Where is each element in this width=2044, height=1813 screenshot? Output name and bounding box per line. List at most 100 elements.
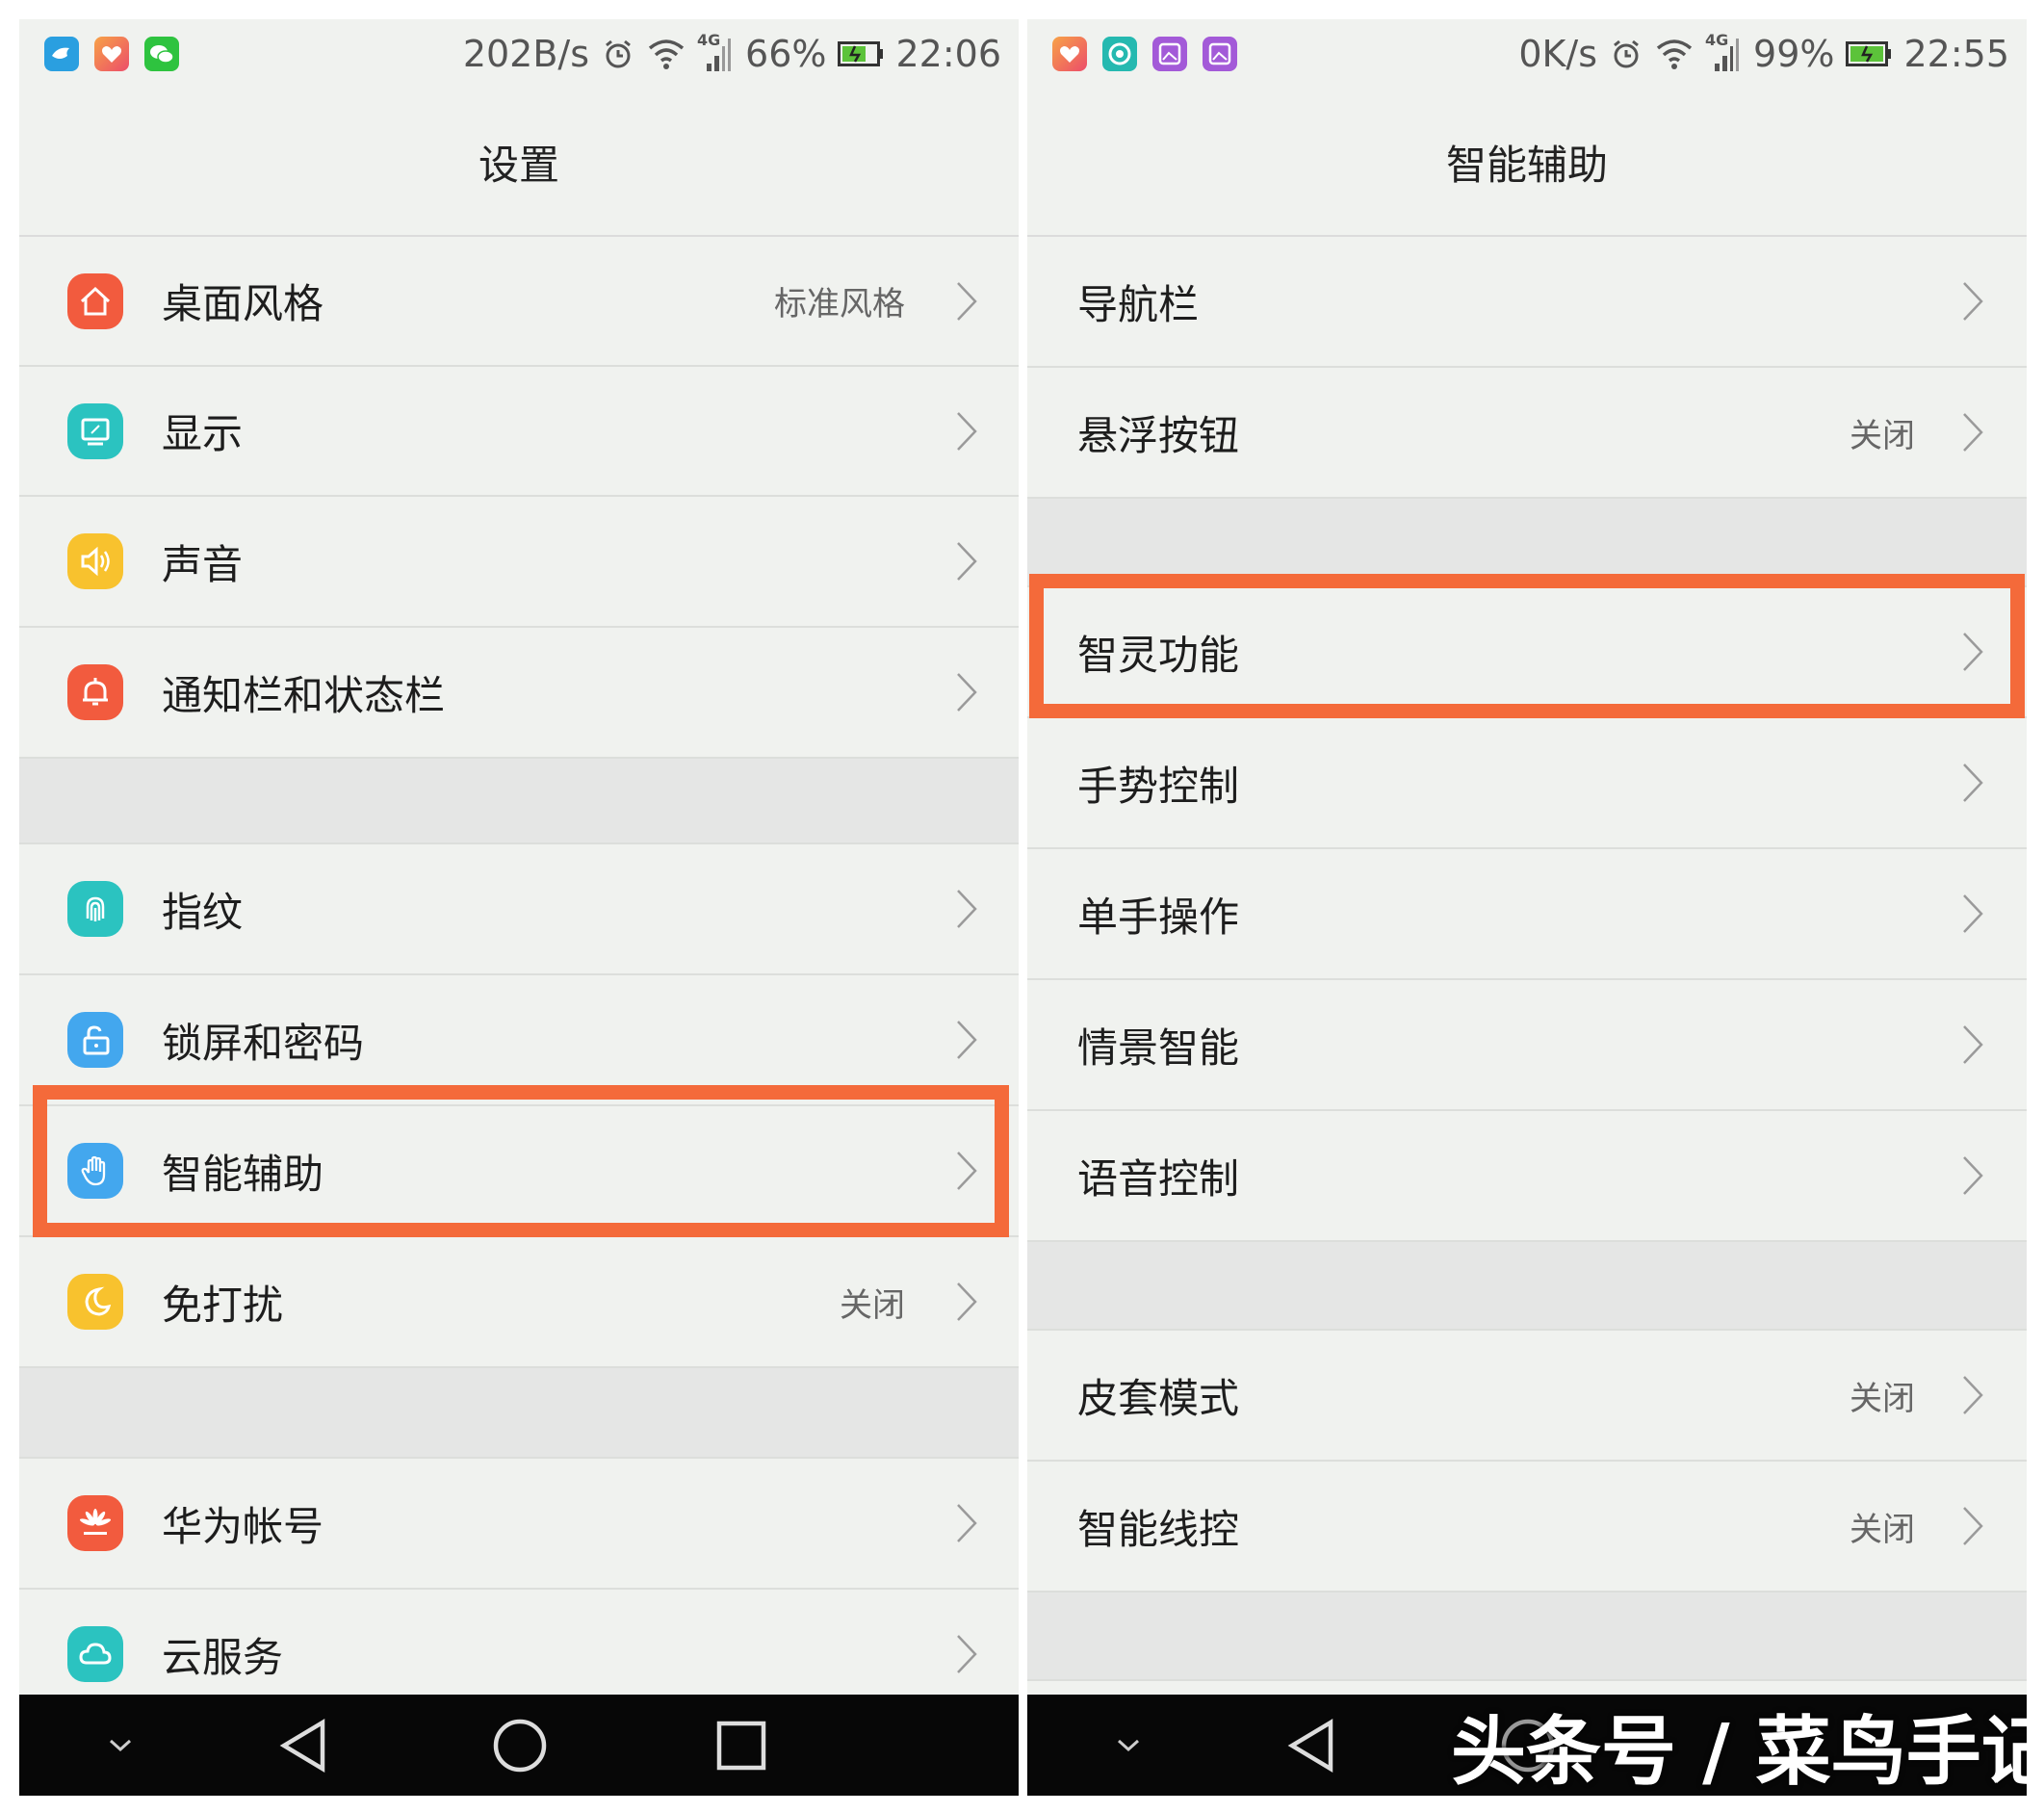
settings-item-label: 声音 (162, 540, 244, 588)
alarm-icon (1609, 37, 1643, 71)
back-icon[interactable] (1273, 1695, 1350, 1796)
chevron-right-icon (957, 542, 977, 581)
settings-item-home-style[interactable]: 桌面风格 标准风格 (19, 237, 1019, 367)
display-icon (67, 402, 123, 459)
chevron-right-icon (1963, 764, 1983, 802)
page-title: 设置 (19, 89, 1019, 237)
cloud-icon (67, 1626, 123, 1682)
clock: 22:55 (1903, 33, 2009, 75)
alarm-icon (601, 37, 635, 71)
huawei-logo-icon (67, 1495, 123, 1551)
home-icon (67, 272, 123, 329)
chevron-right-icon (1963, 1376, 1983, 1414)
settings-item-label: 锁屏和密码 (162, 1019, 365, 1067)
highlight-box (1029, 574, 2025, 718)
chevron-right-icon (957, 1021, 977, 1059)
chevron-right-icon (957, 673, 977, 712)
cellular-signal-icon: 4G (1705, 31, 1742, 73)
battery-percent: 66% (745, 33, 827, 75)
battery-charging-icon (838, 41, 884, 66)
fingerprint-icon (67, 881, 123, 937)
chevron-right-icon (1963, 1025, 1983, 1064)
settings-item-label: 华为帐号 (162, 1502, 324, 1550)
settings-item-sound[interactable]: 声音 (19, 497, 1019, 628)
network-speed: 0K/s (1518, 33, 1598, 75)
gallery-app-icon (1203, 37, 1237, 71)
assist-item-label: 皮套模式 (1077, 1374, 1240, 1422)
section-divider (1027, 1593, 2027, 1681)
chevron-right-icon (957, 890, 977, 928)
status-bar: 0K/s 4G 99% 22:55 (1027, 19, 2027, 89)
chevron-right-icon (1963, 282, 1983, 321)
status-bar: 202B/s 4G 66% 22:06 (19, 19, 1019, 89)
chevron-right-icon (957, 411, 977, 451)
settings-item-label: 云服务 (162, 1633, 284, 1681)
settings-item-display[interactable]: 显示 (19, 367, 1019, 497)
settings-item-label: 显示 (162, 410, 244, 457)
assist-item-value: 关闭 (1850, 1510, 1915, 1549)
camera-app-icon (1102, 37, 1137, 71)
notification-app-icons (44, 37, 179, 71)
watermark: 头条号 / 菜鸟手记 (1451, 1708, 2027, 1796)
assist-item-value: 关闭 (1850, 416, 1915, 455)
chevron-right-icon (957, 1282, 977, 1321)
assist-item-label: 单手操作 (1077, 893, 1240, 941)
battery-charging-icon (1846, 41, 1892, 66)
chevron-right-icon (1963, 1156, 1983, 1195)
section-divider (1027, 1242, 2027, 1331)
settings-item-value: 关闭 (840, 1285, 905, 1325)
assist-item-label: 悬浮按钮 (1077, 411, 1240, 459)
settings-item-label: 免打扰 (162, 1281, 284, 1329)
assist-item-label: 手势控制 (1077, 762, 1240, 810)
navigation-bar: 头条号 / 菜鸟手记 (1027, 1695, 2027, 1796)
assist-item-label: 智能线控 (1077, 1505, 1240, 1553)
settings-item-notification-bar[interactable]: 通知栏和状态栏 (19, 628, 1019, 759)
network-speed: 202B/s (462, 33, 590, 75)
wifi-icon (647, 38, 686, 70)
assist-item-navigation-bar[interactable]: 导航栏 (1027, 237, 2027, 368)
assist-item-floating-button[interactable]: 悬浮按钮 关闭 (1027, 368, 2027, 499)
chevron-right-icon (957, 1504, 977, 1542)
bird-app-icon (44, 37, 79, 71)
chevron-down-icon[interactable] (1095, 1695, 1162, 1796)
gallery-app-icon (1152, 37, 1187, 71)
unlock-icon (67, 1012, 123, 1068)
assist-item-cover-mode[interactable]: 皮套模式 关闭 (1027, 1331, 2027, 1462)
wifi-icon (1655, 38, 1694, 70)
bell-icon (67, 664, 123, 720)
page-title: 智能辅助 (1027, 89, 2027, 237)
back-icon[interactable] (265, 1695, 342, 1796)
section-divider (19, 759, 1019, 844)
cellular-signal-icon: 4G (697, 31, 734, 73)
section-divider (19, 1368, 1019, 1459)
assist-item-label: 情景智能 (1077, 1023, 1240, 1072)
wechat-icon (144, 37, 179, 71)
chevron-right-icon (1963, 894, 1983, 933)
heart-app-icon (94, 37, 129, 71)
assist-item-voice-control[interactable]: 语音控制 (1027, 1111, 2027, 1242)
assist-item-gesture-control[interactable]: 手势控制 (1027, 718, 2027, 849)
heart-app-icon (1052, 37, 1087, 71)
assist-item-scene-smart[interactable]: 情景智能 (1027, 980, 2027, 1111)
recents-icon[interactable] (703, 1695, 780, 1796)
settings-item-label: 桌面风格 (162, 280, 324, 327)
speaker-icon (67, 533, 123, 589)
chevron-right-icon (957, 1635, 977, 1673)
chevron-right-icon (1963, 1507, 1983, 1545)
settings-item-fingerprint[interactable]: 指纹 (19, 844, 1019, 975)
settings-item-label: 指纹 (162, 888, 244, 936)
assist-item-one-handed[interactable]: 单手操作 (1027, 849, 2027, 980)
home-button-icon[interactable] (481, 1695, 558, 1796)
assist-item-smart-wire-control[interactable]: 智能线控 关闭 (1027, 1462, 2027, 1593)
chevron-down-icon[interactable] (87, 1695, 154, 1796)
navigation-bar (19, 1695, 1019, 1796)
chevron-right-icon (957, 281, 977, 321)
settings-item-huawei-account[interactable]: 华为帐号 (19, 1459, 1019, 1590)
settings-item-do-not-disturb[interactable]: 免打扰 关闭 (19, 1237, 1019, 1368)
moon-icon (67, 1274, 123, 1330)
assist-item-label: 导航栏 (1077, 280, 1200, 328)
settings-item-label: 通知栏和状态栏 (162, 671, 446, 719)
highlight-box (33, 1085, 1009, 1237)
settings-item-value: 标准风格 (774, 285, 905, 324)
notification-app-icons (1052, 37, 1237, 71)
